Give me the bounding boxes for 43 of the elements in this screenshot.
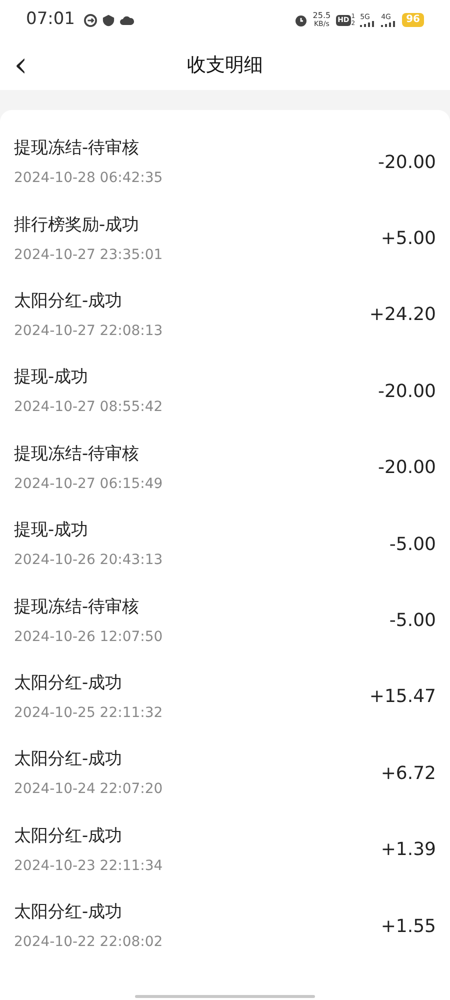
- record-title: 太阳分红-成功: [14, 672, 124, 694]
- record-time: 2024-10-28 06:42:35: [14, 169, 163, 188]
- record-time: 2024-10-23 22:11:34: [14, 856, 163, 875]
- record-time: 2024-10-24 22:07:20: [14, 780, 163, 798]
- record-time: 2024-10-27 06:15:49: [14, 474, 163, 493]
- record-amount: -20.00: [378, 456, 436, 480]
- record-title: 提现冻结-待审核: [14, 442, 140, 465]
- cloud-icon: [120, 14, 134, 26]
- back-button[interactable]: ‹: [14, 48, 28, 82]
- status-time: 07:01: [26, 8, 75, 32]
- record-amount: +6.72: [380, 762, 436, 786]
- signal-icon: [360, 21, 376, 27]
- record-time: 2024-10-25 22:11:32: [14, 704, 163, 722]
- record-amount: -20.00: [378, 150, 436, 175]
- record-title: 提现冻结-待审核: [14, 596, 140, 618]
- signal-icon: [381, 21, 398, 27]
- alarm-icon: [294, 13, 308, 27]
- record-time: 2024-10-27 23:35:01: [14, 246, 163, 264]
- record-time: 2024-10-27 08:55:42: [14, 398, 163, 416]
- record-title: 太阳分红-成功: [14, 748, 124, 770]
- record-amount: +1.55: [380, 914, 436, 939]
- record-amount: -5.00: [389, 609, 436, 634]
- record-time: 2024-10-27 22:08:13: [14, 322, 163, 340]
- battery-level: 96: [402, 13, 424, 27]
- record-amount: -5.00: [389, 532, 436, 557]
- shield-icon: [102, 14, 115, 26]
- record-amount: -20.00: [378, 380, 436, 404]
- record-time: 2024-10-26 20:43:13: [14, 551, 163, 570]
- record-title: 太阳分红-成功: [14, 824, 124, 847]
- record-title: 提现冻结-待审核: [14, 137, 140, 160]
- record-amount: +5.00: [380, 227, 436, 252]
- record-amount: +24.20: [369, 303, 436, 328]
- network-speed: 25.5: [312, 12, 331, 20]
- record-amount: +15.47: [369, 685, 436, 710]
- record-title: 太阳分红-成功: [14, 290, 124, 312]
- record-title: 太阳分红-成功: [14, 901, 124, 924]
- record-time: 2024-10-26 12:07:50: [14, 628, 163, 646]
- record-title: 提现-成功: [14, 366, 90, 388]
- page-title: 收支明细: [187, 52, 263, 78]
- record-title: 提现-成功: [14, 519, 90, 542]
- record-title: 排行榜奖励-成功: [14, 214, 140, 236]
- record-amount: +1.39: [380, 838, 436, 862]
- record-time: 2024-10-22 22:08:02: [14, 933, 163, 952]
